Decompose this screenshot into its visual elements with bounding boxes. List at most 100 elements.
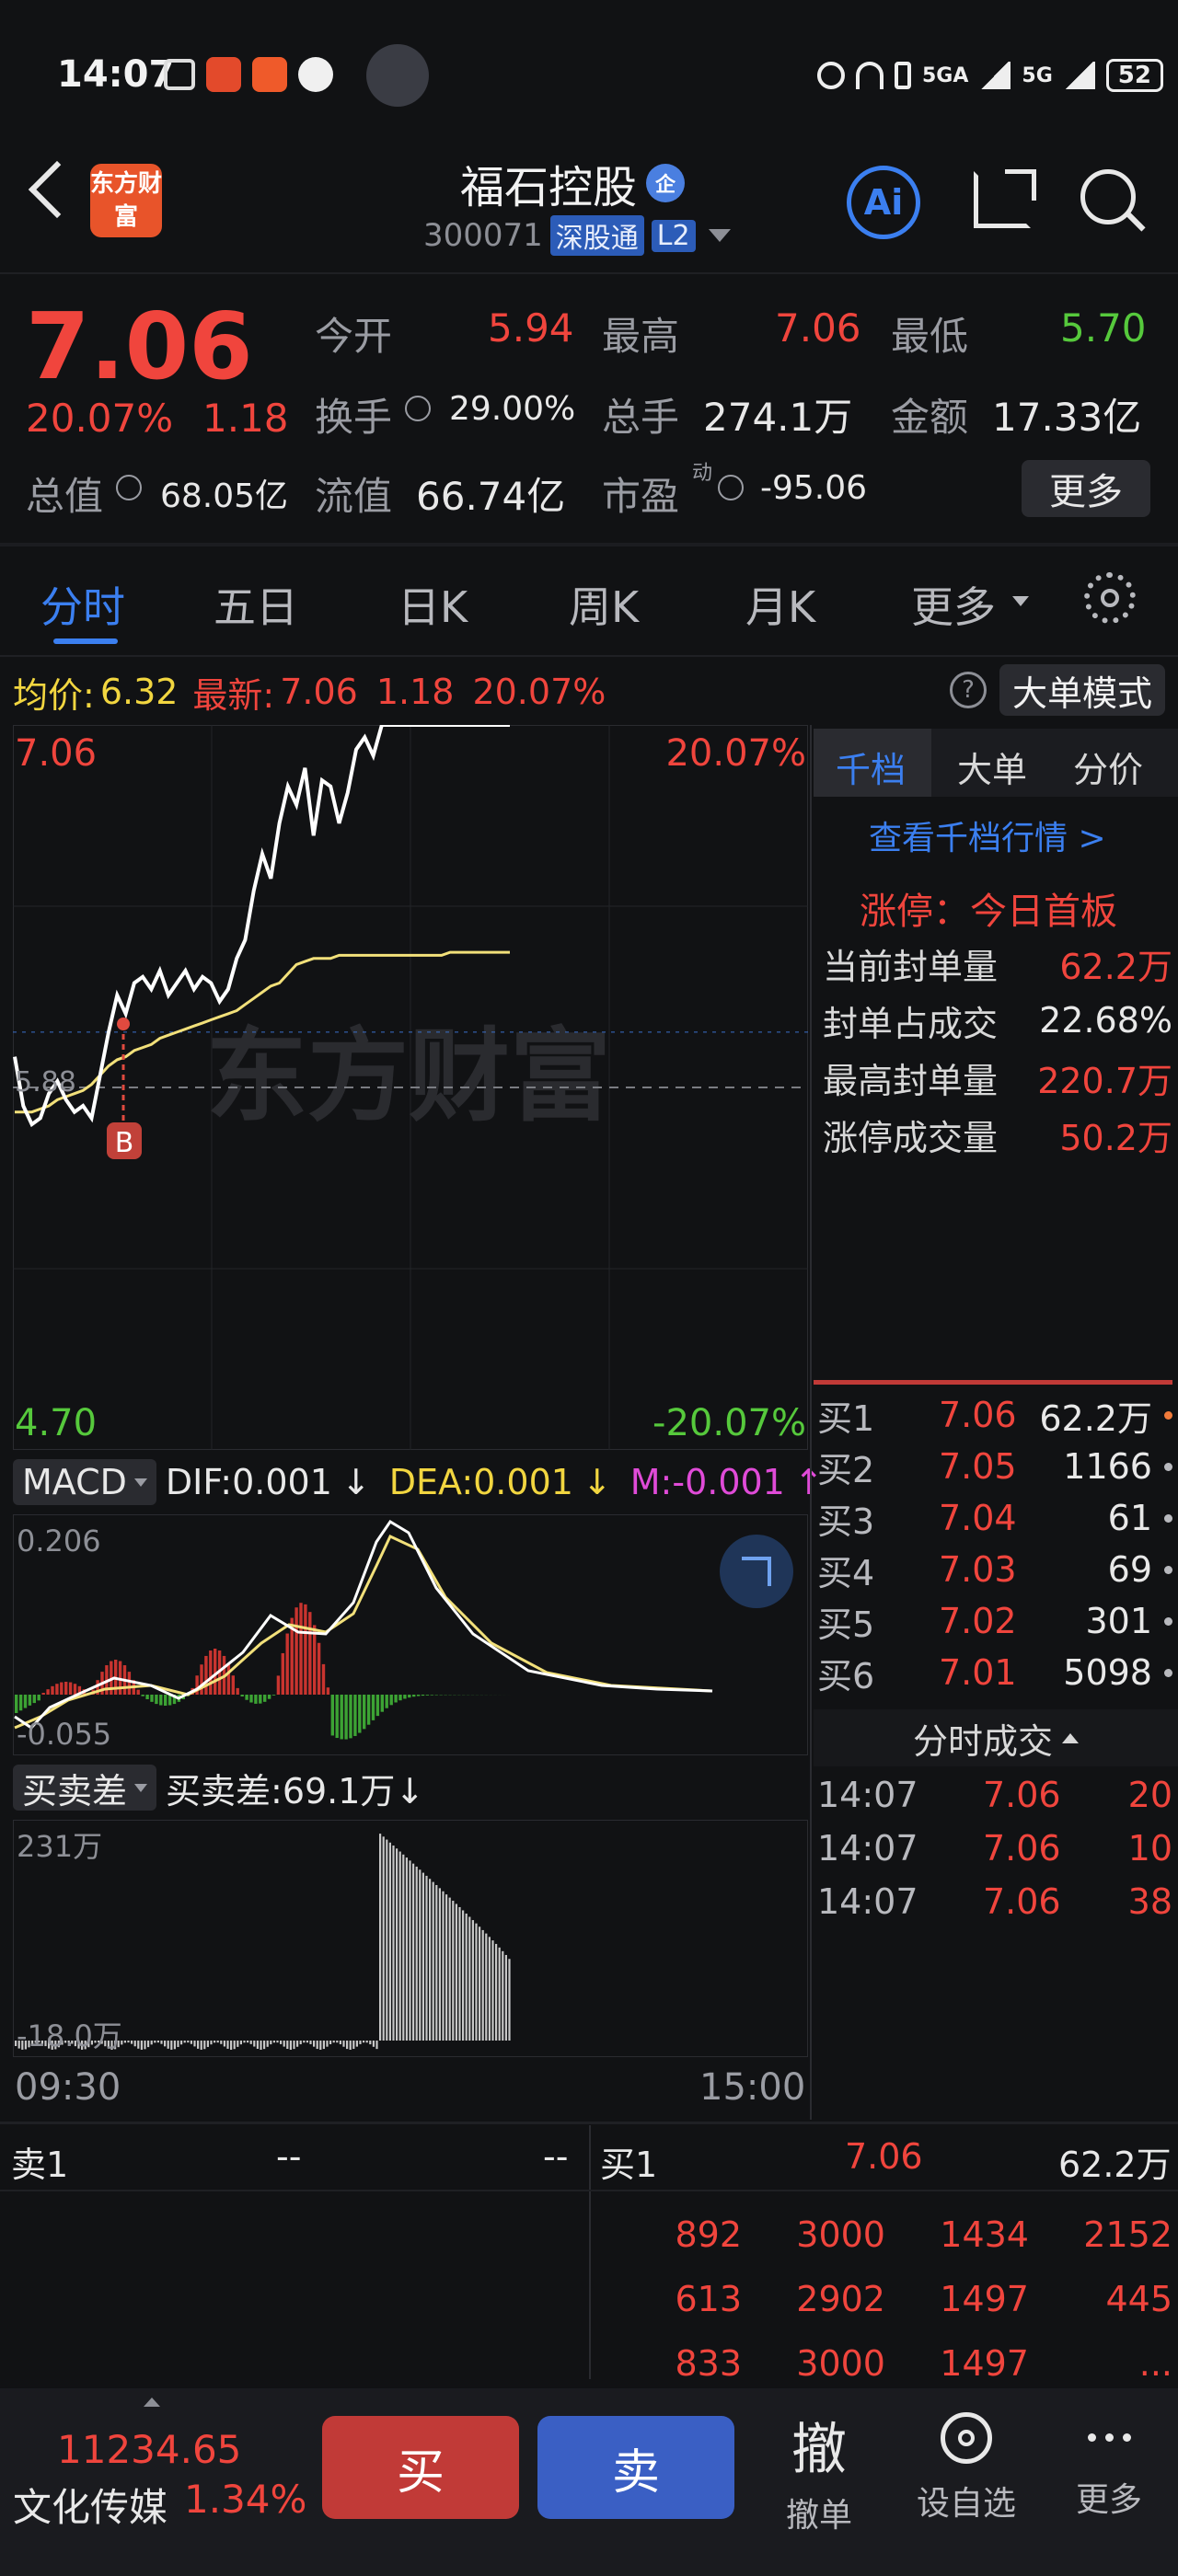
- sector-index[interactable]: 11234.65 文化传媒 1.34%: [0, 2388, 306, 2576]
- stock-subtitle[interactable]: 300071 深股通 L2: [423, 215, 731, 256]
- arrow-down-icon: ↓: [582, 1462, 612, 1502]
- screenshot-thumb[interactable]: [366, 44, 429, 107]
- level-dot-icon: [1164, 1462, 1172, 1471]
- bsdiff-axis-top: 231万: [17, 1829, 102, 1864]
- buy-button[interactable]: 买: [322, 2416, 519, 2519]
- tick-row: 14:07 7.06 20: [814, 1768, 1178, 1822]
- bid-level-price: 7.06: [939, 1395, 1017, 1435]
- macd-bar: [281, 1652, 284, 1695]
- tab-daily-k[interactable]: 日K: [398, 574, 468, 635]
- bottom-bar: 11234.65 文化传媒 1.34% 买 卖 撤 撤单 设自选 更多: [0, 2388, 1178, 2576]
- headphone-icon: [856, 62, 884, 89]
- bsdiff-bar: [498, 1947, 501, 2041]
- more-menu-button[interactable]: 更多: [1058, 2405, 1160, 2552]
- ai-button[interactable]: Ai: [847, 166, 920, 239]
- period-tabs: 分时 五日 日K 周K 月K 更多: [0, 546, 1178, 655]
- tab-weekly-k[interactable]: 周K: [569, 574, 639, 635]
- caret-down-icon: [133, 1478, 147, 1487]
- tab-five-day[interactable]: 五日: [214, 574, 298, 635]
- big-order-mode-button[interactable]: 大单模式: [999, 664, 1165, 716]
- back-icon[interactable]: [28, 160, 87, 219]
- queue-cell: 3000: [796, 2343, 885, 2384]
- bsdiff-bar: [299, 2041, 302, 2045]
- bid-level-row[interactable]: 买2 7.05 1166: [814, 1441, 1178, 1492]
- macd-bar: [200, 1664, 203, 1695]
- ticks-header[interactable]: 分时成交: [814, 1709, 1178, 1766]
- bsdiff-bar: [256, 2041, 259, 2049]
- macd-bar: [321, 1663, 326, 1695]
- bid-level-volume: 5098: [1063, 1652, 1152, 1693]
- stat-label: 最高封单量: [823, 1060, 999, 1101]
- tab-thousand-levels[interactable]: 千档: [836, 742, 906, 792]
- level-dot-icon: [1164, 1513, 1172, 1523]
- bid-level-row[interactable]: 买1 7.06 62.2万: [814, 1389, 1178, 1441]
- stock-title: 福石控股 企: [460, 151, 686, 215]
- bid-level-row[interactable]: 买5 7.02 301: [814, 1595, 1178, 1647]
- intraday-chart[interactable]: 东方财富 B 5.88 7.06 20.07% 4.70 -20.07%: [13, 725, 808, 1450]
- bsdiff-selector[interactable]: 买卖差: [13, 1765, 157, 1811]
- queue-cell: 2152: [1083, 2214, 1172, 2255]
- amount-value: 17.33亿: [992, 395, 1142, 440]
- bid-level-row[interactable]: 买4 7.03 69: [814, 1544, 1178, 1595]
- bid-level-row[interactable]: 买7 7.00 349: [814, 1698, 1178, 1708]
- price-axis-top: 7.06: [15, 732, 97, 775]
- help-icon[interactable]: ?: [950, 672, 987, 708]
- bsdiff-bar: [316, 2041, 318, 2050]
- search-icon-handle: [1126, 212, 1146, 232]
- float-value: 66.74亿: [416, 474, 566, 519]
- bsdiff-bar: [167, 2041, 169, 2049]
- bsdiff-chart[interactable]: 231万 -18.0万: [13, 1820, 808, 2057]
- queue-section: 卖1 -- -- 买1 7.06 62.2万 892 3000 1434 2152 61…: [0, 2125, 1178, 2384]
- macd-bar: [421, 1695, 425, 1696]
- tab-monthly-k[interactable]: 月K: [745, 574, 815, 635]
- bsdiff-bar: [147, 2041, 150, 2048]
- add-watchlist-button[interactable]: 设自选: [902, 2405, 1031, 2552]
- stat-label: 涨停成交量: [823, 1117, 999, 1158]
- ask1-price: --: [276, 2136, 302, 2177]
- app-notify-icon: [298, 57, 333, 92]
- status-right: 5GA 5G 52: [817, 59, 1163, 92]
- watchlist-icon: [941, 2412, 992, 2464]
- macd-selector[interactable]: MACD: [13, 1459, 156, 1505]
- macd-bar: [127, 1672, 132, 1695]
- expand-icon[interactable]: [720, 1535, 793, 1608]
- macd-axis-top: 0.206: [17, 1524, 101, 1558]
- index-value: 11234.65: [57, 2427, 242, 2472]
- macd-bar: [299, 1603, 303, 1695]
- stat-value: 22.68%: [1039, 1000, 1172, 1041]
- nfc-icon: [164, 59, 195, 90]
- sell-button[interactable]: 卖: [537, 2416, 734, 2519]
- bid1-price: 7.06: [845, 2136, 923, 2177]
- limit-stats: 当前封单量 62.2万 封单占成交 22.68% 最高封单量 220.7万 涨停…: [823, 935, 1172, 1163]
- info-icon[interactable]: [116, 475, 142, 500]
- more-button[interactable]: 更多: [1022, 460, 1150, 517]
- macd-bar: [271, 1695, 276, 1696]
- info-icon[interactable]: [718, 475, 744, 500]
- macd-chart[interactable]: 0.206 -0.055: [13, 1514, 808, 1755]
- tab-big-orders[interactable]: 大单: [957, 742, 1027, 792]
- panel-vertical-divider: [810, 725, 812, 2120]
- macd-bar: [231, 1675, 235, 1695]
- macd-bar: [41, 1693, 45, 1695]
- cancel-order-button[interactable]: 撤 撤单: [773, 2405, 865, 2552]
- macd-bar: [240, 1695, 244, 1697]
- queue-row: 892 3000 1434 2152: [598, 2202, 1178, 2267]
- sell-button-label: 卖: [611, 2444, 660, 2501]
- bsdiff-bar: [432, 1881, 434, 2041]
- gear-icon[interactable]: [1084, 572, 1136, 624]
- bid-level-row[interactable]: 买3 7.04 61: [814, 1492, 1178, 1544]
- macd-bar: [15, 1695, 18, 1713]
- bsdiff-bar: [429, 1879, 432, 2041]
- notification-icons: [164, 57, 333, 92]
- bid-level-row[interactable]: 买6 7.01 5098: [814, 1647, 1178, 1698]
- chart-watermark: 东方财富: [206, 1020, 611, 1133]
- info-icon[interactable]: [405, 396, 431, 421]
- tab-price-distribution[interactable]: 分价: [1073, 742, 1143, 792]
- pe-value: -95.06: [760, 469, 868, 507]
- bsdiff-bar: [216, 2041, 219, 2043]
- tab-more[interactable]: 更多: [911, 574, 996, 635]
- bsdiff-bar: [491, 1940, 494, 2041]
- bsdiff-bar: [137, 2041, 140, 2049]
- view-levels-link[interactable]: 查看千档行情 >: [869, 811, 1106, 859]
- tab-intraday[interactable]: 分时: [40, 574, 125, 635]
